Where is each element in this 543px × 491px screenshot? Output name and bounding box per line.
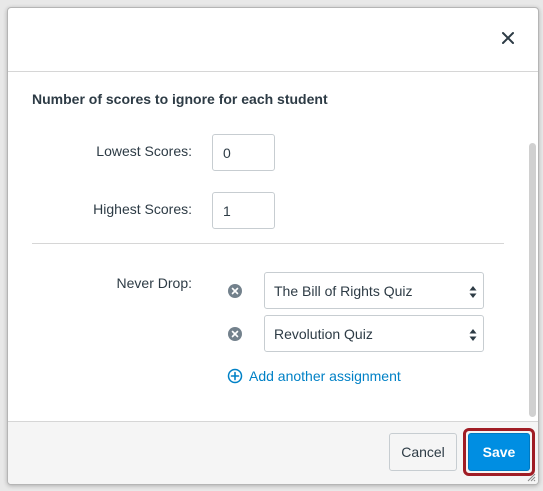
close-icon[interactable]: [500, 30, 516, 46]
remove-assignment-icon[interactable]: [228, 284, 242, 298]
scrollbar[interactable]: [529, 143, 536, 417]
cancel-button[interactable]: Cancel: [389, 433, 457, 471]
save-button[interactable]: Save: [468, 433, 530, 471]
add-assignment-label: Add another assignment: [249, 368, 401, 384]
group-rules-dialog: Number of scores to ignore for each stud…: [7, 7, 539, 485]
divider: [32, 243, 504, 244]
section-title: Number of scores to ignore for each stud…: [32, 91, 328, 107]
resize-grip-icon[interactable]: [526, 472, 536, 482]
assignment-select[interactable]: The Bill of Rights Quiz: [264, 272, 484, 309]
remove-assignment-icon[interactable]: [228, 327, 242, 341]
dialog-body: Number of scores to ignore for each stud…: [8, 73, 538, 422]
lowest-scores-label: Lowest Scores:: [96, 143, 192, 159]
add-assignment-link[interactable]: Add another assignment: [227, 368, 401, 384]
dialog-header: [8, 8, 538, 72]
lowest-scores-input[interactable]: [212, 134, 275, 171]
select-arrows-icon: [469, 329, 477, 341]
highest-scores-input[interactable]: [212, 192, 275, 229]
never-drop-label: Never Drop:: [116, 275, 192, 291]
dialog-footer: Cancel Save: [8, 421, 538, 484]
assignment-select-value: The Bill of Rights Quiz: [274, 283, 413, 299]
assignment-select[interactable]: Revolution Quiz: [264, 315, 484, 352]
highest-scores-label: Highest Scores:: [93, 201, 192, 217]
select-arrows-icon: [469, 286, 477, 298]
assignment-select-value: Revolution Quiz: [274, 326, 373, 342]
plus-circle-icon: [227, 368, 243, 384]
